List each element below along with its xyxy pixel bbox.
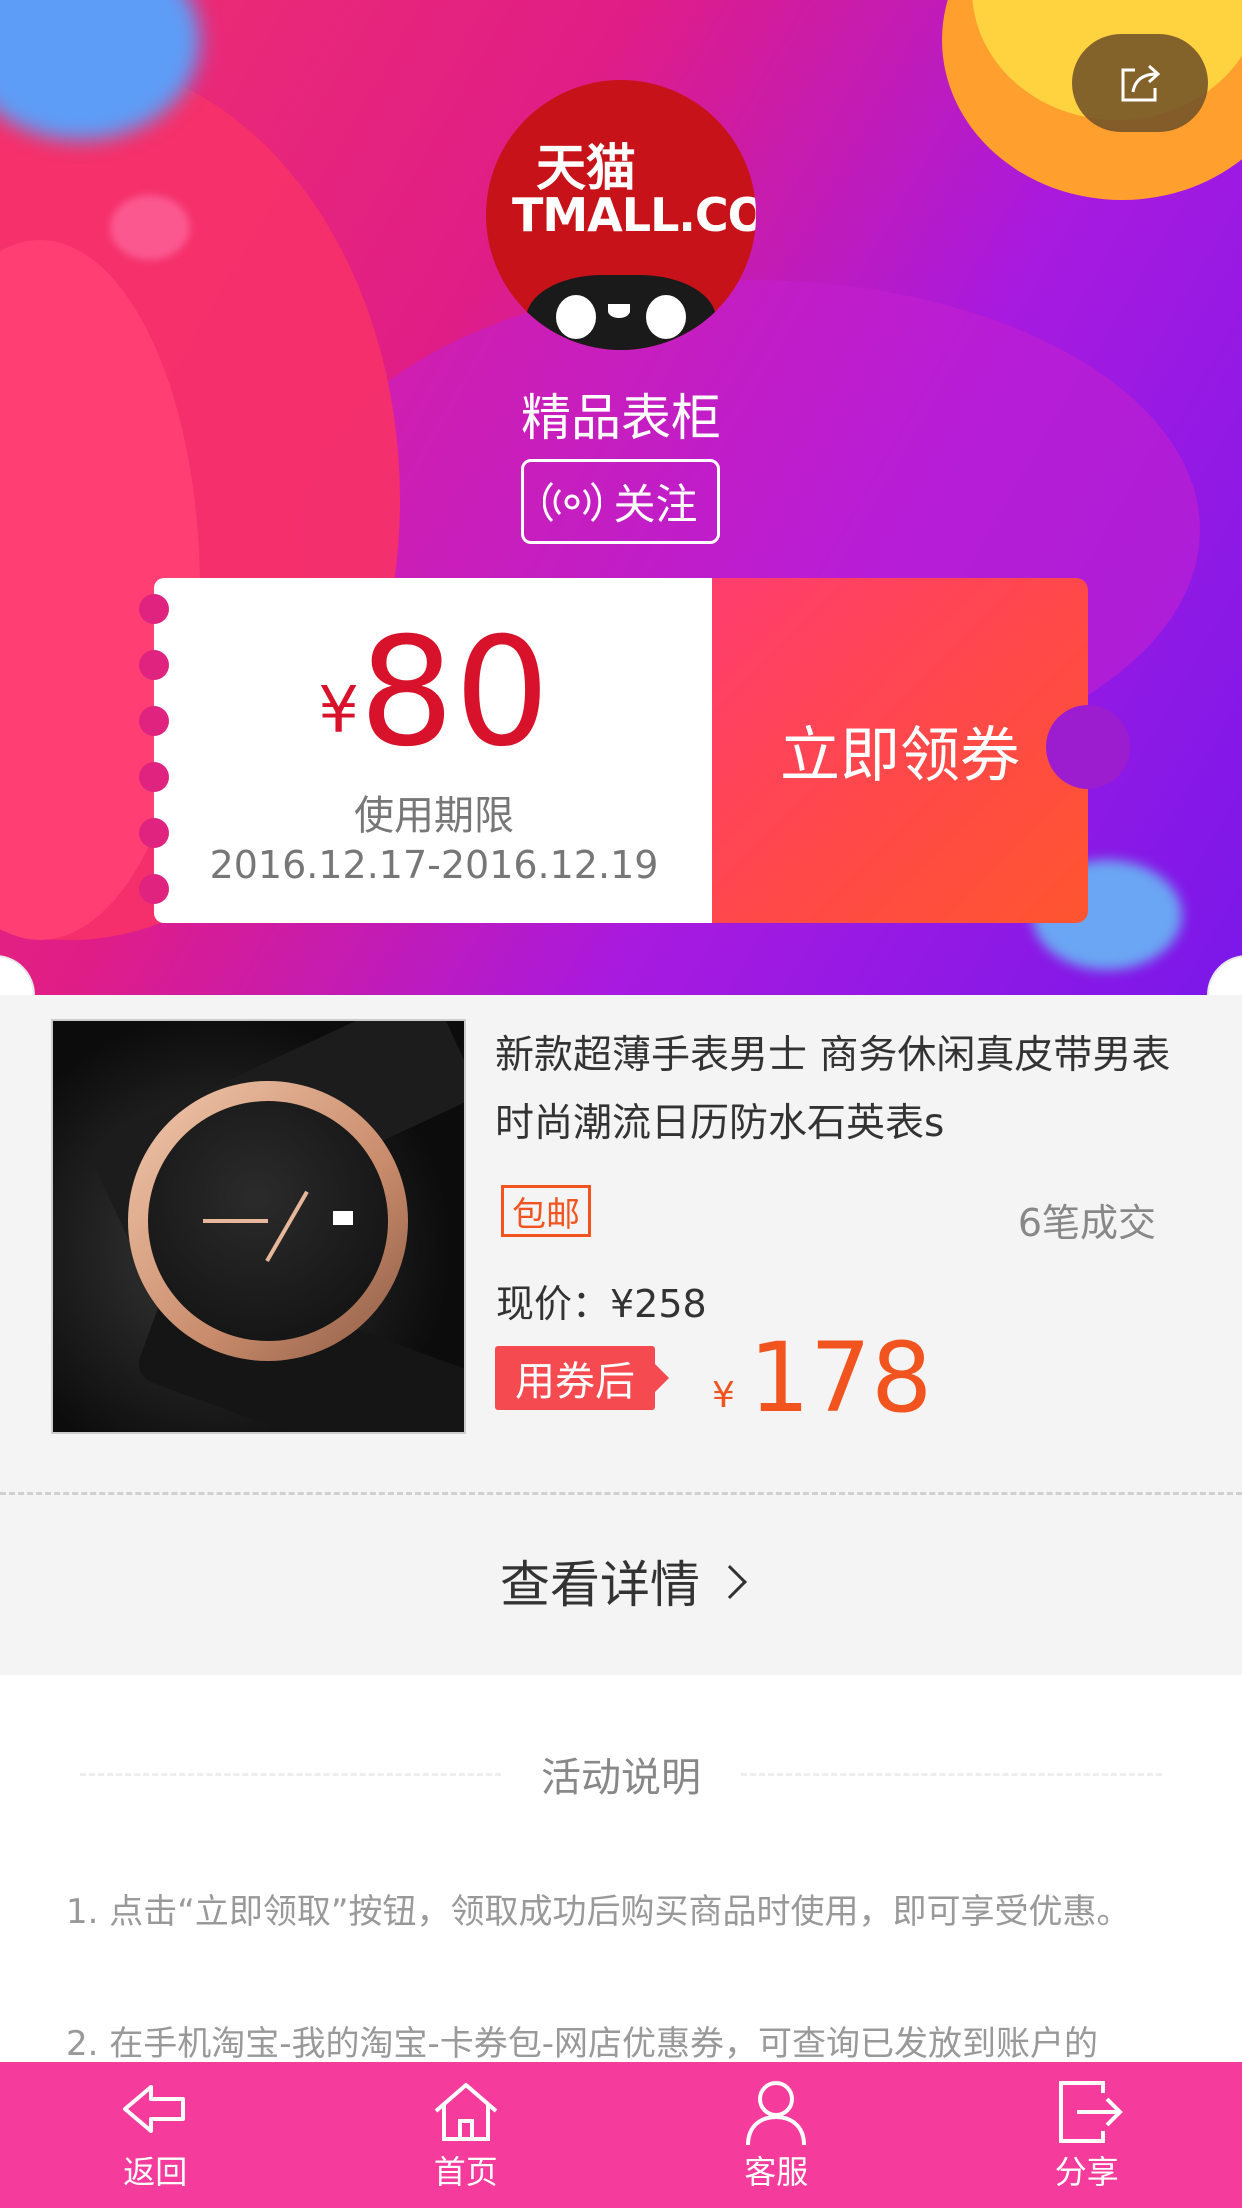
cat-nose bbox=[608, 304, 630, 318]
claim-coupon-button[interactable]: 立即领券 bbox=[712, 578, 1088, 923]
nav-home[interactable]: 首页 bbox=[311, 2062, 622, 2208]
coupon-cutout bbox=[1046, 705, 1130, 789]
view-details-link[interactable]: 查看详情 bbox=[0, 1545, 1242, 1617]
coupon-card: ¥80 使用期限 2016.12.17-2016.12.19 bbox=[139, 578, 714, 923]
person-icon bbox=[746, 2081, 807, 2146]
nav-service-label: 客服 bbox=[744, 2153, 809, 2191]
top-share-button[interactable] bbox=[1072, 34, 1208, 132]
after-coupon-amount: 178 bbox=[748, 1322, 933, 1434]
broadcast-icon bbox=[543, 481, 602, 522]
follow-button[interactable]: 关注 bbox=[521, 459, 720, 544]
view-details-label: 查看详情 bbox=[500, 1556, 700, 1614]
activity-header: 活动说明 bbox=[80, 1745, 1162, 1803]
coupon-validity-range: 2016.12.17-2016.12.19 bbox=[209, 843, 659, 887]
watch-hand bbox=[203, 1219, 268, 1223]
home-icon bbox=[434, 2083, 498, 2141]
bottom-nav: 返回 首页 客服 分享 bbox=[0, 2062, 1242, 2208]
tmall-logo-en: TMALL.COM bbox=[512, 188, 756, 242]
product-image[interactable] bbox=[51, 1019, 466, 1434]
coupon-amount: 80 bbox=[358, 606, 550, 780]
divider bbox=[80, 1772, 501, 1776]
after-coupon-price: ¥178 bbox=[712, 1322, 932, 1434]
cat-eye bbox=[646, 295, 686, 339]
watch-date-window bbox=[333, 1211, 353, 1225]
product-title[interactable]: 新款超薄手表男士 商务休闲真皮带男表 时尚潮流日历防水石英表s bbox=[495, 1022, 1175, 1158]
nav-back-label: 返回 bbox=[123, 2153, 188, 2191]
cat-eye bbox=[556, 295, 596, 339]
bg-blob bbox=[110, 195, 190, 260]
share-out-icon bbox=[1058, 2081, 1123, 2143]
hero-banner: 天猫 TMALL.COM 精品表柜 关注 ¥80 使用期限 2016.12.17… bbox=[0, 0, 1242, 995]
current-price: 现价：¥258 bbox=[496, 1282, 707, 1326]
claim-coupon-label: 立即领券 bbox=[780, 721, 1020, 791]
sales-count: 6笔成交 bbox=[1017, 1201, 1156, 1245]
coupon-value: ¥80 bbox=[154, 618, 714, 768]
divider bbox=[0, 1492, 1242, 1495]
free-shipping-badge: 包邮 bbox=[501, 1185, 591, 1237]
nav-share[interactable]: 分享 bbox=[932, 2062, 1242, 2208]
after-coupon-badge: 用券后 bbox=[495, 1346, 669, 1410]
follow-label: 关注 bbox=[613, 480, 698, 529]
shop-avatar[interactable]: 天猫 TMALL.COM bbox=[486, 80, 756, 350]
after-coupon-currency: ¥ bbox=[712, 1375, 735, 1416]
chevron-right-icon bbox=[713, 1565, 747, 1599]
coupon-currency: ¥ bbox=[318, 674, 359, 748]
coupon-validity-label: 使用期限 bbox=[354, 793, 514, 839]
share-icon bbox=[1121, 64, 1161, 102]
activity-title: 活动说明 bbox=[541, 1755, 701, 1801]
nav-home-label: 首页 bbox=[433, 2153, 498, 2191]
divider bbox=[741, 1772, 1162, 1776]
nav-service[interactable]: 客服 bbox=[621, 2062, 932, 2208]
nav-back[interactable]: 返回 bbox=[0, 2062, 311, 2208]
back-arrow-icon bbox=[123, 2085, 186, 2133]
nav-share-label: 分享 bbox=[1054, 2153, 1119, 2191]
shop-name: 精品表柜 bbox=[521, 389, 721, 447]
activity-rule: 1. 点击“立即领取”按钮，领取成功后购买商品时使用，即可享受优惠。 bbox=[66, 1892, 1131, 1932]
